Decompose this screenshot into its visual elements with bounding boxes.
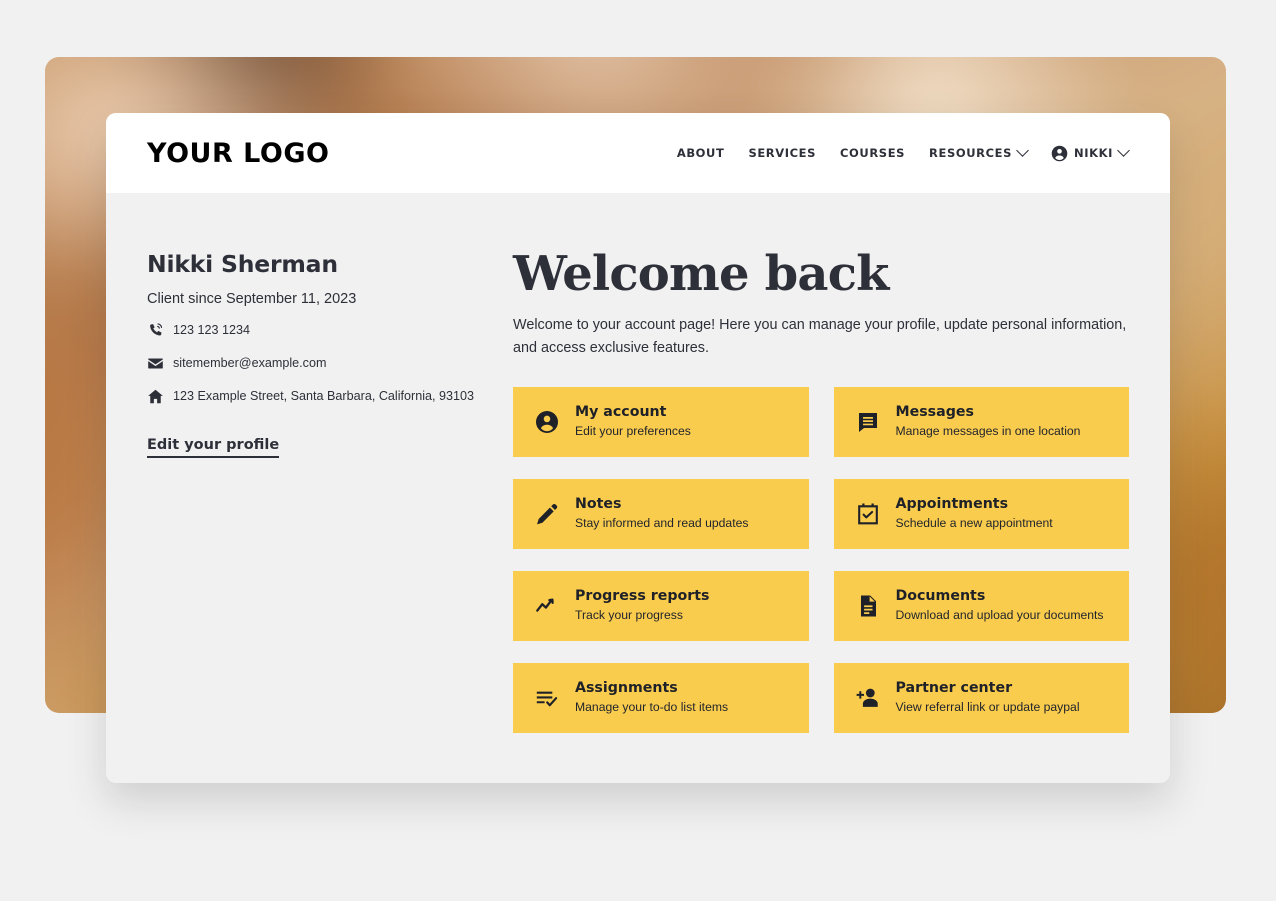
card-title: My account [575, 404, 667, 421]
person-add-icon [856, 688, 878, 707]
card-description: Stay informed and read updates [575, 515, 749, 530]
nav-item-about[interactable]: ABOUT [677, 146, 725, 160]
chevron-down-icon [1117, 143, 1130, 157]
card-text: Documents Download and upload your docum… [896, 588, 1104, 623]
card-assignments[interactable]: Assignments Manage your to-do list items [513, 662, 809, 733]
nav-item-courses[interactable]: COURSES [840, 146, 905, 160]
nav-item-services[interactable]: SERVICES [748, 146, 816, 160]
chat-bubble-icon [858, 412, 877, 432]
card-progress-reports[interactable]: Progress reports Track your progress [513, 570, 809, 641]
chevron-down-icon [1016, 143, 1029, 157]
card-text: Assignments Manage your to-do list items [575, 680, 728, 715]
page-description: Welcome to your account page! Here you c… [513, 316, 1127, 357]
card-title: Appointments [895, 496, 1009, 513]
nav-label: NIKKI [1073, 146, 1113, 160]
envelope-icon [148, 358, 163, 369]
card-documents[interactable]: Documents Download and upload your docum… [833, 570, 1129, 641]
card-description: Edit your preferences [575, 423, 691, 438]
page-title: Welcome back [513, 246, 889, 302]
trending-line-icon [536, 598, 554, 612]
address-value: 123 Example Street, Santa Barbara, Calif… [173, 388, 475, 403]
card-text: My account Edit your preferences [575, 404, 691, 439]
phone-ring-icon [150, 323, 163, 336]
card-text: Progress reports Track your progress [575, 588, 710, 623]
card-text: Messages Manage messages in one location [896, 404, 1081, 439]
card-description: View referral link or update paypal [895, 699, 1080, 714]
card-title: Notes [575, 496, 622, 513]
nav-label: COURSES [840, 146, 906, 160]
document-icon [860, 595, 876, 617]
main-navigation: ABOUT SERVICES COURSES RESOURCES NIKKI [677, 143, 1130, 162]
account-circle-icon [536, 410, 558, 433]
contact-row-phone: 123 123 1234 [147, 321, 485, 341]
nav-label: SERVICES [748, 146, 816, 160]
home-icon [148, 389, 163, 404]
card-text: Notes Stay informed and read updates [575, 496, 748, 531]
card-my-account[interactable]: My account Edit your preferences [513, 386, 809, 457]
card-title: Documents [895, 588, 986, 605]
account-panel: YOUR LOGO ABOUT SERVICES COURSES RESOURC… [106, 113, 1170, 783]
account-circle-icon [1051, 145, 1068, 161]
edit-profile-link[interactable]: Edit your profile [147, 437, 280, 458]
card-title: Partner center [895, 680, 1013, 697]
page-root: YOUR LOGO ABOUT SERVICES COURSES RESOURC… [0, 0, 1276, 901]
quick-links-grid: My account Edit your preferences Message… [513, 386, 1129, 733]
card-title: Progress reports [575, 588, 710, 605]
card-description: Track your progress [575, 607, 683, 622]
nav-item-user-menu[interactable]: NIKKI [1051, 143, 1130, 162]
contact-row-address: 123 Example Street, Santa Barbara, Calif… [147, 387, 485, 407]
card-description: Manage messages in one location [895, 423, 1081, 438]
card-text: Partner center View referral link or upd… [896, 680, 1080, 715]
list-check-icon [536, 691, 558, 706]
main-content: Welcome back Welcome to your account pag… [485, 246, 1129, 733]
panel-body: Nikki Sherman Client since September 11,… [106, 193, 1170, 733]
nav-label: RESOURCES [929, 146, 1012, 160]
site-header: YOUR LOGO ABOUT SERVICES COURSES RESOURC… [106, 113, 1170, 193]
contact-row-email: sitemember@example.com [147, 354, 485, 374]
email-value[interactable]: sitemember@example.com [173, 354, 326, 374]
card-appointments[interactable]: Appointments Schedule a new appointment [833, 478, 1129, 549]
card-notes[interactable]: Notes Stay informed and read updates [513, 478, 809, 549]
card-messages[interactable]: Messages Manage messages in one location [833, 386, 1129, 457]
profile-sidebar: Nikki Sherman Client since September 11,… [147, 250, 485, 733]
card-description: Download and upload your documents [895, 607, 1104, 622]
card-text: Appointments Schedule a new appointment [896, 496, 1053, 531]
card-title: Messages [895, 404, 974, 421]
card-partner-center[interactable]: Partner center View referral link or upd… [833, 662, 1129, 733]
profile-name: Nikki Sherman [147, 250, 338, 278]
card-title: Assignments [575, 680, 678, 697]
site-logo[interactable]: YOUR LOGO [147, 138, 329, 169]
card-description: Manage your to-do list items [575, 699, 729, 714]
calendar-check-icon [857, 503, 878, 524]
phone-value[interactable]: 123 123 1234 [173, 321, 250, 341]
nav-item-resources[interactable]: RESOURCES [929, 143, 1029, 160]
pencil-icon [537, 503, 558, 524]
nav-label: ABOUT [676, 146, 725, 160]
client-since-text: Client since September 11, 2023 [147, 291, 357, 307]
card-description: Schedule a new appointment [895, 515, 1053, 530]
